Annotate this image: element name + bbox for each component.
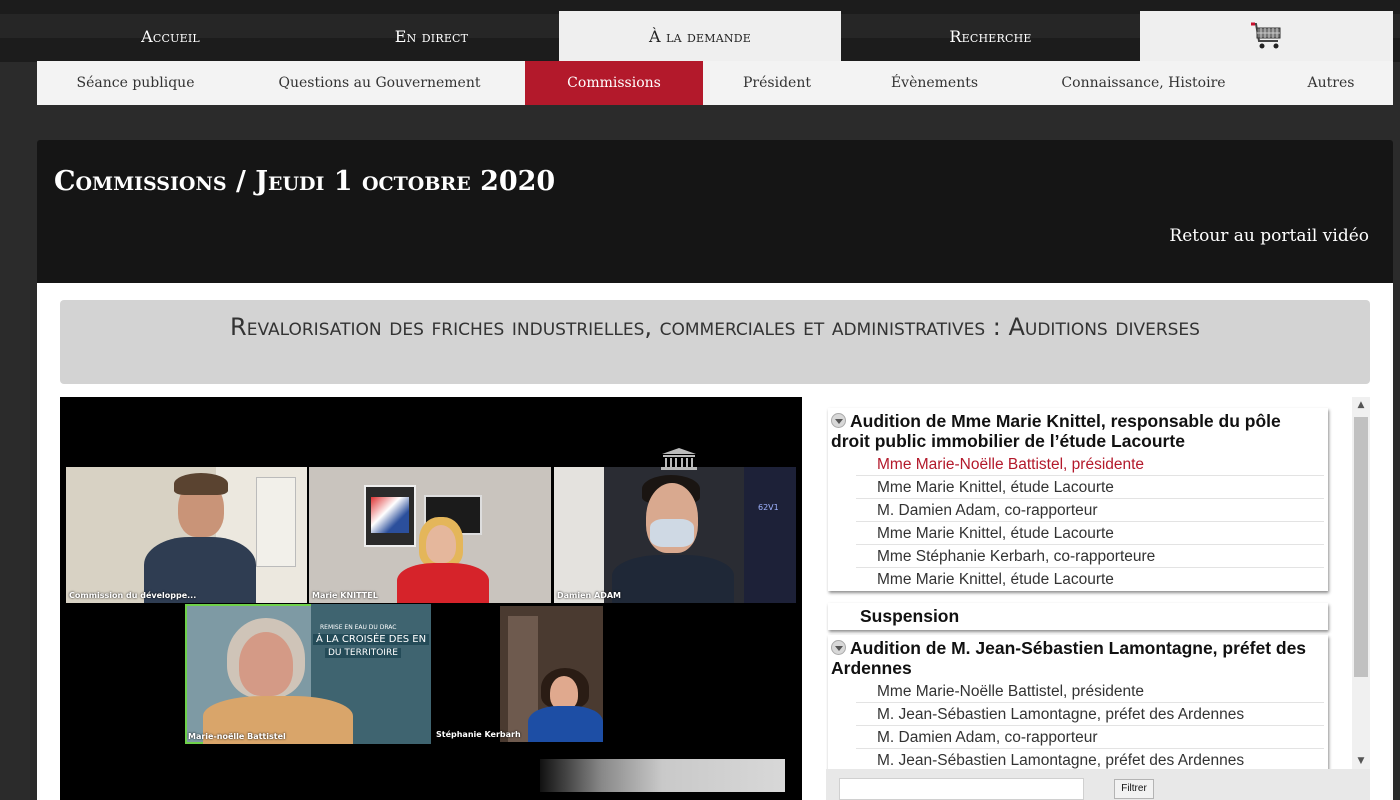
painting-art: [371, 497, 409, 533]
collapse-toggle-icon[interactable]: [831, 640, 846, 655]
poster-text-2: À LA CROISÉE DES EN: [313, 634, 430, 645]
nav-tab-accueil[interactable]: Accueil: [37, 11, 304, 61]
cart-button[interactable]: [1140, 11, 1393, 61]
video-tile-commission: Commission du développe...: [66, 467, 307, 603]
agenda-speaker-item[interactable]: Mme Marie-Noëlle Battistel, présidente: [856, 680, 1324, 703]
subnav-commissions[interactable]: Commissions: [525, 61, 703, 105]
main-nav: Accueil En direct À la demande Recherche: [37, 11, 1393, 61]
subnav-president[interactable]: Président: [703, 61, 851, 105]
agenda-speaker-item[interactable]: Mme Marie-Noëlle Battistel, présidente: [856, 453, 1324, 476]
agenda-speaker-item[interactable]: M. Damien Adam, co-rapporteur: [856, 726, 1324, 749]
collapse-toggle-icon[interactable]: [831, 413, 846, 428]
agenda-speaker-item[interactable]: M. Jean-Sébastien Lamontagne, préfet des…: [856, 703, 1324, 726]
subnav-autres[interactable]: Autres: [1269, 61, 1393, 105]
agenda-speaker-item[interactable]: Mme Marie Knittel, étude Lacourte: [856, 522, 1324, 545]
participant-hair: [174, 473, 228, 495]
participant-face: [426, 525, 456, 563]
agenda-group-title[interactable]: Audition de Mme Marie Knittel, responsab…: [828, 408, 1328, 453]
participant-body: [397, 563, 489, 603]
video-player[interactable]: Commission du développe... Marie KNITTEL…: [60, 397, 802, 800]
filter-bar: Filtrer: [826, 769, 1370, 800]
nav-tab-a-la-demande[interactable]: À la demande: [559, 11, 841, 61]
video-progress-bar[interactable]: [540, 759, 785, 792]
participant-body: [612, 555, 734, 603]
agenda-list: Audition de Mme Marie Knittel, responsab…: [826, 397, 1370, 769]
scroll-up-arrow-icon[interactable]: ▲: [1352, 397, 1370, 413]
agenda-group-title-text: Audition de M. Jean-Sébastien Lamontagne…: [831, 638, 1307, 678]
agenda-speaker-item[interactable]: Mme Marie Knittel, étude Lacourte: [856, 476, 1324, 499]
whiteboard: [256, 477, 296, 567]
agenda-group: Audition de M. Jean-Sébastien Lamontagne…: [828, 635, 1328, 769]
video-tile-knittel: Marie KNITTEL: [309, 467, 551, 603]
page-title: Commissions / Jeudi 1 octobre 2020: [54, 166, 556, 197]
video-tile-adam: 62V1 Damien ADAM: [554, 467, 796, 603]
filter-button[interactable]: Filtrer: [1114, 779, 1154, 799]
participant-body: [528, 706, 603, 742]
screen-text: 62V1: [758, 503, 779, 512]
main-content: Revalorisation des friches industrielles…: [37, 283, 1393, 800]
subnav-evenements[interactable]: Évènements: [851, 61, 1018, 105]
participant-name: Marie-noëlle Battistel: [188, 732, 286, 741]
shopping-cart-icon: [1250, 22, 1280, 49]
assembly-logo-icon: [661, 448, 697, 470]
agenda-group: Audition de Mme Marie Knittel, responsab…: [828, 408, 1328, 591]
video-tile-kerbarh: Stéphanie Kerbarh: [433, 606, 671, 742]
participant-name: Damien ADAM: [557, 591, 622, 600]
nav-tab-recherche[interactable]: Recherche: [841, 11, 1140, 61]
subnav-seance-publique[interactable]: Séance publique: [37, 61, 234, 105]
subnav-connaissance-histoire[interactable]: Connaissance, Histoire: [1018, 61, 1269, 105]
filter-input[interactable]: [839, 778, 1084, 800]
agenda-group-title-text: Audition de Mme Marie Knittel, responsab…: [831, 411, 1281, 451]
poster-text-3: DU TERRITOIRE: [325, 648, 401, 658]
sub-nav: Séance publique Questions au Gouvernemen…: [37, 61, 1393, 105]
nav-tab-en-direct[interactable]: En direct: [304, 11, 559, 61]
face-mask: [650, 519, 694, 547]
participant-name: Marie KNITTEL: [312, 591, 378, 600]
scrollbar-thumb[interactable]: [1354, 417, 1368, 677]
agenda-speaker-item[interactable]: M. Damien Adam, co-rapporteur: [856, 499, 1324, 522]
agenda-suspension[interactable]: Suspension: [828, 603, 1328, 630]
room-wall: [554, 467, 604, 603]
agenda-group-title[interactable]: Audition de M. Jean-Sébastien Lamontagne…: [828, 635, 1328, 680]
agenda-speaker-item[interactable]: Mme Stéphanie Kerbarh, co-rapporteure: [856, 545, 1324, 568]
agenda-scrollbar[interactable]: ▲ ▼: [1352, 397, 1370, 769]
agenda-speaker-item[interactable]: Mme Marie Knittel, étude Lacourte: [856, 568, 1324, 591]
video-tile-battistel: REMISE EN EAU DU DRAC À LA CROISÉE DES E…: [185, 604, 431, 744]
participant-face: [239, 632, 293, 696]
screen-panel: [744, 467, 796, 603]
page-header: Commissions / Jeudi 1 octobre 2020 Retou…: [37, 140, 1393, 283]
session-title: Revalorisation des friches industrielles…: [60, 300, 1370, 384]
participant-name: Stéphanie Kerbarh: [436, 730, 521, 739]
participant-name: Commission du développe...: [69, 591, 197, 600]
agenda-speaker-item[interactable]: M. Jean-Sébastien Lamontagne, préfet des…: [856, 749, 1324, 769]
poster-text-1: REMISE EN EAU DU DRAC: [320, 624, 397, 631]
subnav-questions-gouvernement[interactable]: Questions au Gouvernement: [234, 61, 525, 105]
scroll-down-arrow-icon[interactable]: ▼: [1352, 753, 1370, 769]
participant-face: [550, 676, 578, 710]
back-to-portal-link[interactable]: Retour au portail vidéo: [1169, 226, 1369, 246]
